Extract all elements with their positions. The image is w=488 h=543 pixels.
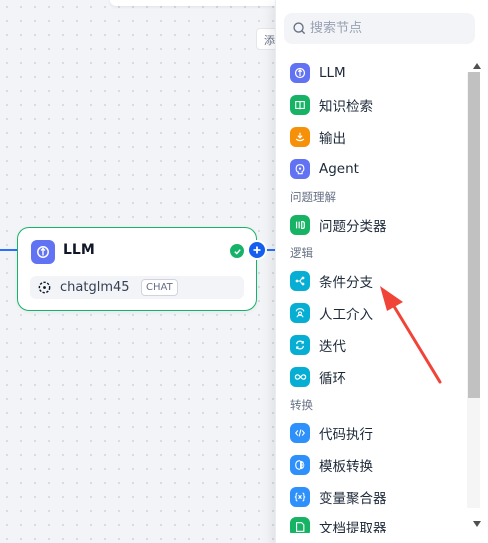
scrollbar-thumb[interactable]	[468, 72, 480, 398]
block-item-label: 模板转换	[319, 459, 373, 475]
llm-node[interactable]: LLM chatglm45 CHAT	[17, 227, 257, 311]
block-item-label: 变量聚合器	[319, 491, 387, 507]
group-header-transform: 转换	[290, 398, 313, 412]
template-icon	[290, 455, 310, 475]
llm-node-icon	[31, 240, 55, 264]
block-item-iteration[interactable]: 迭代	[276, 329, 466, 361]
block-item-doc-extractor[interactable]: 文档提取器	[276, 513, 466, 533]
human-icon	[290, 303, 310, 323]
block-item-loop[interactable]: 循环	[276, 361, 466, 393]
block-list: LLM 知识检索 输出 Agent 问题理解 问题分类器 逻辑 条件分支 人工介…	[276, 57, 466, 533]
branch-icon	[290, 271, 310, 291]
classifier-icon	[290, 215, 310, 235]
search-box[interactable]	[284, 13, 475, 44]
block-item-label: Agent	[319, 161, 359, 177]
model-mode-badge: CHAT	[141, 279, 178, 296]
plus-icon	[253, 246, 261, 254]
block-item-label: LLM	[319, 65, 346, 81]
success-check-icon	[230, 244, 244, 258]
block-item-human-input[interactable]: 人工介入	[276, 297, 466, 329]
model-name: chatglm45	[60, 280, 130, 295]
block-item-code[interactable]: 代码执行	[276, 417, 466, 449]
llm-icon	[290, 63, 310, 83]
block-item-label: 人工介入	[319, 307, 373, 323]
loop-icon	[290, 367, 310, 387]
code-icon	[290, 423, 310, 443]
group-header-logic: 逻辑	[290, 246, 313, 260]
scroll-down-arrow-icon[interactable]	[472, 520, 482, 528]
block-item-if-else[interactable]: 条件分支	[276, 265, 466, 297]
doc-extract-icon	[290, 517, 310, 533]
block-item-llm[interactable]: LLM	[276, 57, 466, 89]
incoming-edge	[0, 249, 17, 251]
block-item-agent[interactable]: Agent	[276, 153, 466, 185]
block-item-question-classifier[interactable]: 问题分类器	[276, 209, 466, 241]
model-provider-icon	[38, 281, 51, 294]
block-item-variable-aggregator[interactable]: 变量聚合器	[276, 481, 466, 513]
search-icon	[293, 22, 306, 35]
block-item-label: 问题分类器	[319, 219, 387, 235]
variable-icon	[290, 487, 310, 507]
block-item-knowledge-retrieval[interactable]: 知识检索	[276, 89, 466, 121]
block-item-label: 文档提取器	[319, 521, 387, 533]
iteration-icon	[290, 335, 310, 355]
book-icon	[290, 95, 310, 115]
model-selector[interactable]: chatglm45 CHAT	[30, 276, 244, 299]
group-header-question-understanding: 问题理解	[290, 190, 336, 204]
block-item-template-transform[interactable]: 模板转换	[276, 449, 466, 481]
output-icon	[290, 127, 310, 147]
top-toolbar-edge	[110, 0, 280, 6]
block-item-output[interactable]: 输出	[276, 121, 466, 153]
scroll-up-arrow-icon[interactable]	[472, 62, 482, 70]
block-item-label: 代码执行	[319, 427, 373, 443]
block-item-label: 知识检索	[319, 99, 373, 115]
block-selector-panel: LLM 知识检索 输出 Agent 问题理解 问题分类器	[275, 0, 488, 543]
node-title: LLM	[63, 242, 95, 258]
agent-icon	[290, 159, 310, 179]
block-item-label: 输出	[319, 131, 346, 147]
block-item-label: 迭代	[319, 339, 346, 355]
block-item-label: 循环	[319, 371, 346, 387]
block-item-label: 条件分支	[319, 275, 373, 291]
search-input[interactable]	[310, 17, 470, 40]
add-next-node-button[interactable]	[249, 242, 265, 258]
